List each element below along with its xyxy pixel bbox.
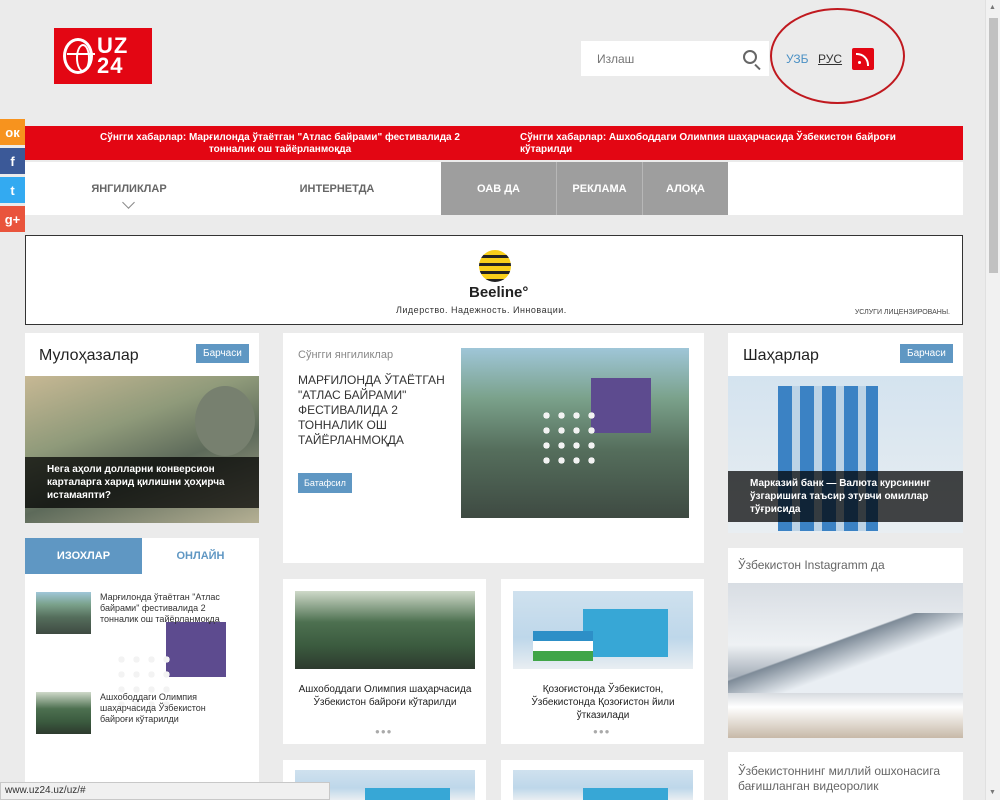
regions-caption[interactable]: Марказий банк — Валюта курсининг ўзгариш…	[728, 471, 963, 522]
side-news-thumb[interactable]	[36, 592, 226, 712]
scroll-down-icon[interactable]: ▼	[989, 789, 996, 796]
news-title[interactable]: Қозоғистонда Ўзбекистон, Ўзбекистонда Қо…	[511, 683, 695, 722]
festival-image[interactable]	[461, 348, 689, 518]
social-sidebar: ок f t g+	[0, 119, 25, 235]
facebook-icon[interactable]: f	[0, 148, 25, 174]
nav-item-internet[interactable]: ИНТЕРНЕТДА	[233, 162, 441, 215]
read-more-button[interactable]: Батафсил	[298, 473, 352, 493]
latest-headline[interactable]: МАРҒИЛОНДА ЎТАЁТГАН "АТЛАС БАЙРАМИ" ФЕСТ…	[298, 373, 453, 448]
side-news-title[interactable]: Марғилонда ўтаётган "Атлас байрами" фест…	[100, 592, 240, 625]
nav-item-label: АЛОҚА	[665, 182, 705, 195]
nav-item-media[interactable]: ОАВ ДА	[441, 162, 557, 215]
nav-item-label: ЯНГИЛИКЛАР	[91, 182, 167, 195]
nav-item-label: ИНТЕРНЕТДА	[299, 182, 375, 195]
nav-item-label: ОАВ ДА	[476, 182, 520, 195]
view-all-button[interactable]: Барчаси	[900, 344, 953, 363]
news-image	[513, 591, 693, 669]
bank-tower-image[interactable]: Марказий банк — Валюта курсининг ўзгариш…	[728, 376, 963, 533]
search-icon[interactable]	[743, 50, 757, 64]
opinion-caption[interactable]: Нега аҳоли долларни конверсион карталарг…	[25, 457, 259, 508]
page-scrollbar[interactable]: ▲ ▼	[985, 0, 1000, 800]
news-image	[295, 591, 475, 669]
mountain-image[interactable]	[728, 583, 963, 738]
twitter-icon[interactable]: t	[0, 177, 25, 203]
side-news-thumb[interactable]	[36, 692, 91, 734]
tab-online[interactable]: ОНЛАЙН	[142, 538, 259, 574]
latest-news-card: Сўнгги янгиликлар МАРҒИЛОНДА ЎТАЁТГАН "А…	[283, 333, 704, 563]
news-image	[513, 770, 693, 800]
nav-item-ads[interactable]: РЕКЛАМА	[557, 162, 643, 215]
section-title: Шаҳарлар	[743, 347, 819, 364]
video-title[interactable]: Ўзбекистоннинг миллий ошхонасига бағишла…	[738, 764, 958, 794]
nav-item-label: РЕКЛАМА	[572, 182, 627, 195]
side-news-title[interactable]: Ашхободдаги Олимпия шаҳарчасида Ўзбекист…	[100, 692, 240, 725]
regions-card: Шаҳарлар Барчаси Марказий банк — Валюта …	[728, 333, 963, 533]
main-nav: ЯНГИЛИКЛАР ИНТЕРНЕТДА ОАВ ДА РЕКЛАМА АЛО…	[25, 162, 963, 215]
logo-text: UZ 24	[97, 33, 129, 78]
scrollbar-thumb[interactable]	[989, 18, 998, 273]
latest-label: Сўнгги янгиликлар	[298, 349, 394, 361]
instagram-card: Ўзбекистон Instagramm да	[728, 548, 963, 738]
dollars-image[interactable]: Нега аҳоли долларни конверсион карталарг…	[25, 376, 259, 523]
side-news-list: Марғилонда ўтаётган "Атлас байрами" фест…	[25, 574, 259, 782]
globe-icon	[63, 38, 96, 74]
scroll-up-icon[interactable]: ▲	[989, 4, 996, 11]
opinions-card: Мулоҳазалар Барчаси Нега аҳоли долларни …	[25, 333, 259, 523]
carousel-dots[interactable]: ●●●	[375, 727, 393, 736]
site-logo[interactable]: UZ 24	[54, 28, 152, 84]
news-ticker: Сўнгги хабарлар: Марғилонда ўтаётган "Ат…	[25, 126, 963, 160]
video-card: Ўзбекистоннинг миллий ошхонасига бағишла…	[728, 752, 963, 800]
annotation-circle	[770, 8, 905, 104]
banner-brand: Beeline°	[469, 284, 529, 301]
news-card[interactable]: Ашхободдаги Олимпия шаҳарчасида Ўзбекист…	[283, 579, 486, 744]
search-input[interactable]	[581, 51, 731, 66]
nav-item-contact[interactable]: АЛОҚА	[643, 162, 728, 215]
instagram-title: Ўзбекистон Instagramm да	[738, 558, 885, 572]
comments-tabs: ИЗОХЛАР ОНЛАЙН	[25, 538, 259, 574]
browser-status-bar: www.uz24.uz/uz/#	[0, 782, 330, 800]
section-title: Мулоҳазалар	[39, 347, 139, 364]
ticker-item[interactable]: Сўнгги хабарлар: Марғилонда ўтаётган "Ат…	[80, 132, 480, 156]
banner-license: УСЛУГИ ЛИЦЕНЗИРОВАНЫ.	[854, 309, 950, 316]
banner-tagline: Лидерство. Надежность. Инновации.	[396, 305, 567, 315]
ad-banner[interactable]: Beeline° Лидерство. Надежность. Инноваци…	[25, 235, 963, 325]
news-card[interactable]: Қозоғистонда Ўзбекистон, Ўзбекистонда Қо…	[501, 579, 704, 744]
carousel-dots[interactable]: ●●●	[593, 727, 611, 736]
news-title[interactable]: Ашхободдаги Олимпия шаҳарчасида Ўзбекист…	[293, 683, 477, 709]
news-card-partial[interactable]	[501, 760, 704, 800]
search-box[interactable]	[581, 41, 769, 76]
tab-comments[interactable]: ИЗОХЛАР	[25, 538, 142, 574]
beeline-logo-icon	[479, 250, 511, 282]
ticker-item[interactable]: Сўнгги хабарлар: Ашхободдаги Олимпия шаҳ…	[520, 132, 940, 156]
view-all-button[interactable]: Барчаси	[196, 344, 249, 363]
google-plus-icon[interactable]: g+	[0, 206, 25, 232]
odnoklassniki-icon[interactable]: ок	[0, 119, 25, 145]
